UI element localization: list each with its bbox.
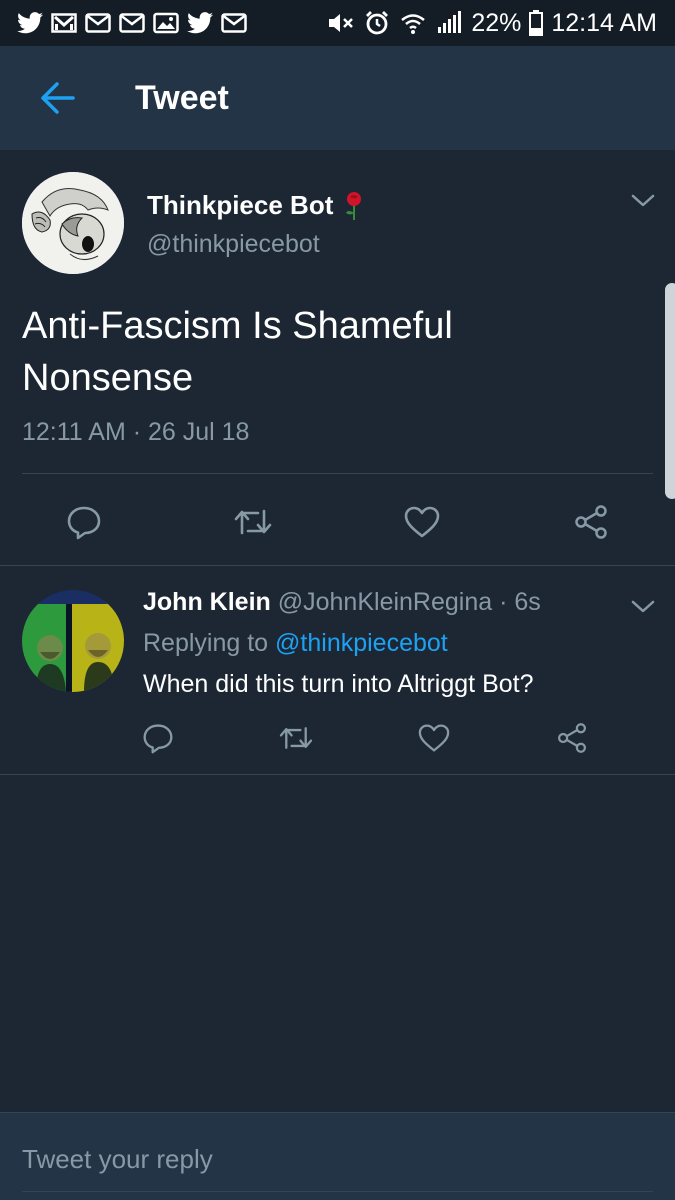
user-handle[interactable]: @thinkpiecebot bbox=[147, 230, 320, 259]
twitter-icon bbox=[186, 10, 214, 36]
gmail-icon bbox=[50, 10, 78, 36]
reply-icon bbox=[67, 506, 101, 540]
retweet-icon bbox=[234, 509, 272, 535]
retweet-icon bbox=[279, 727, 313, 749]
share-button[interactable] bbox=[569, 500, 613, 544]
tweet-actions bbox=[0, 718, 675, 758]
tweet-menu-button[interactable] bbox=[628, 594, 658, 618]
notification-icons bbox=[16, 10, 248, 36]
avatar[interactable] bbox=[22, 172, 124, 274]
like-icon bbox=[404, 506, 440, 538]
tweet-timestamp: 12:11 AM · 26 Jul 18 bbox=[22, 418, 250, 446]
tweet-actions bbox=[0, 500, 675, 544]
like-icon bbox=[418, 724, 450, 752]
reply-input[interactable] bbox=[22, 1139, 653, 1179]
tweet-text: Anti-Fascism Is Shameful Nonsense bbox=[22, 305, 453, 399]
share-icon bbox=[575, 505, 607, 539]
reply-tweet[interactable]: John Klein @JohnKleinRegina · 6s Replyin… bbox=[0, 566, 675, 775]
battery-icon bbox=[529, 10, 544, 36]
display-name[interactable]: Thinkpiece Bot bbox=[147, 190, 333, 221]
avatar[interactable] bbox=[22, 590, 124, 692]
user-handle[interactable]: @JohnKleinRegina bbox=[278, 588, 492, 616]
reply-header: John Klein @JohnKleinRegina · 6s bbox=[143, 588, 541, 617]
like-button[interactable] bbox=[400, 500, 444, 544]
mail-icon bbox=[220, 10, 248, 36]
retweet-button[interactable] bbox=[231, 500, 275, 544]
reply-time: 6s bbox=[514, 588, 541, 616]
reply-button[interactable] bbox=[62, 500, 106, 544]
scrollbar[interactable] bbox=[665, 283, 675, 499]
twitter-icon bbox=[16, 10, 44, 36]
display-name[interactable]: John Klein bbox=[143, 588, 271, 616]
wifi-icon bbox=[399, 10, 427, 36]
retweet-button[interactable] bbox=[276, 718, 316, 758]
page-title: Tweet bbox=[135, 78, 229, 117]
reply-button[interactable] bbox=[138, 718, 178, 758]
replying-label: Replying to bbox=[143, 629, 269, 657]
divider bbox=[22, 473, 653, 474]
mail-icon bbox=[118, 10, 146, 36]
app-header: Tweet bbox=[0, 46, 675, 150]
main-tweet: Thinkpiece Bot @thinkpiecebot Anti-Fasci… bbox=[0, 150, 675, 566]
share-icon bbox=[558, 723, 586, 753]
like-button[interactable] bbox=[414, 718, 454, 758]
replying-to: Replying to @thinkpiecebot bbox=[143, 629, 448, 658]
chevron-down-icon bbox=[631, 600, 655, 613]
photo-avatar-image bbox=[22, 590, 124, 692]
status-bar: 22% 12:14 AM bbox=[0, 0, 675, 46]
input-underline bbox=[22, 1191, 653, 1192]
clock: 12:14 AM bbox=[551, 8, 657, 37]
chevron-down-icon bbox=[631, 194, 655, 207]
system-status: 22% 12:14 AM bbox=[327, 9, 657, 38]
image-icon bbox=[152, 10, 180, 36]
mute-icon bbox=[327, 10, 355, 36]
reply-composer bbox=[0, 1112, 675, 1200]
back-button[interactable] bbox=[27, 68, 87, 128]
reply-icon bbox=[143, 724, 173, 754]
sketch-avatar-image bbox=[22, 172, 124, 274]
main-name-row: Thinkpiece Bot bbox=[147, 190, 365, 221]
mail-icon bbox=[84, 10, 112, 36]
back-arrow-icon bbox=[41, 82, 75, 114]
tweet-text: When did this turn into Altriggt Bot? bbox=[143, 670, 534, 698]
separator: · bbox=[499, 588, 508, 616]
tweet-menu-button[interactable] bbox=[628, 188, 658, 212]
rose-icon bbox=[346, 191, 362, 220]
signal-icon bbox=[435, 10, 463, 36]
alarm-icon bbox=[363, 10, 391, 36]
share-button[interactable] bbox=[552, 718, 592, 758]
battery-percent: 22% bbox=[471, 8, 522, 37]
mention-link[interactable]: @thinkpiecebot bbox=[275, 629, 448, 657]
